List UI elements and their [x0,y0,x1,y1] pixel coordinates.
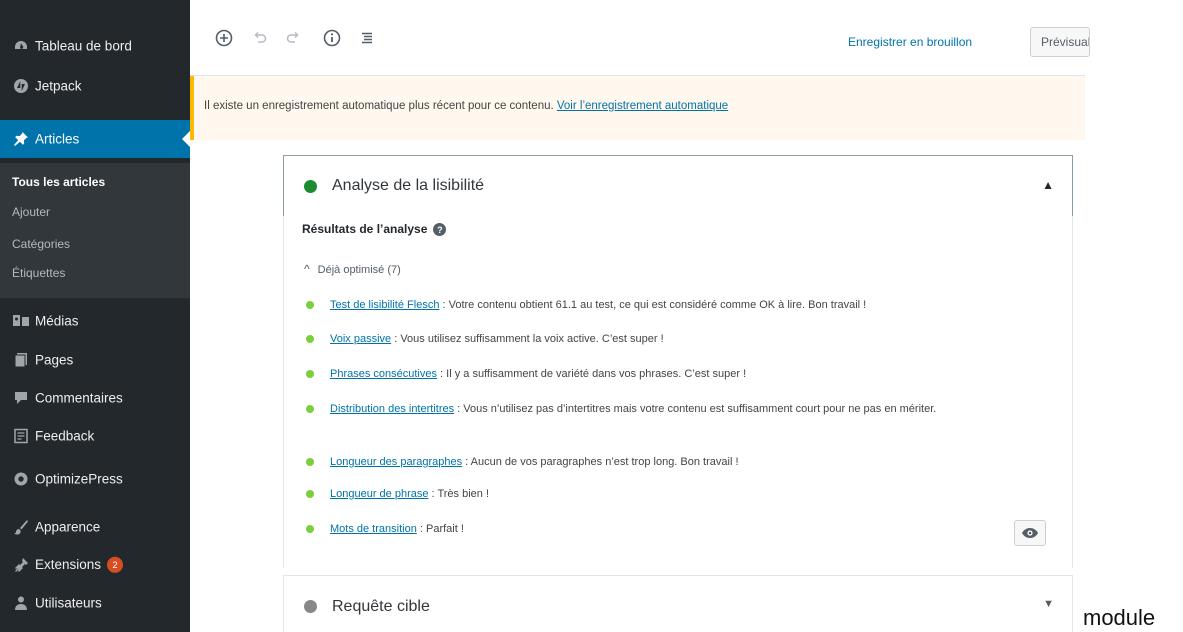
undo-icon[interactable] [248,26,272,50]
readability-score-icon [304,180,317,193]
sidebar-item-label: Articles [35,131,80,147]
sidebar-item-appearance[interactable]: Apparence [0,510,190,544]
result-link[interactable]: Mots de transition [330,523,417,535]
sidebar-item-label: Utilisateurs [35,595,102,611]
pages-icon [12,351,30,369]
users-icon [12,594,30,612]
sidebar-item-label: OptimizePress [35,471,123,487]
sidebar-item-users[interactable]: Utilisateurs [0,586,190,620]
autosave-notice: Il existe un enregistrement automatique … [190,76,1085,140]
submenu-categories[interactable]: Catégories [12,237,70,251]
comments-icon [12,389,30,407]
sidebar-item-label: Pages [35,352,74,368]
result-item: Voix passive : Vous utilisez suffisammen… [306,331,1066,348]
sidebar-item-label: Feedback [35,428,95,444]
sidebar-item-comments[interactable]: Commentaires [0,381,190,415]
good-bullet-icon [306,301,314,309]
chevron-up-icon: ^ [304,262,310,276]
readability-panel-title: Analyse de la lisibilité [332,177,485,194]
good-results-toggle[interactable]: ^ Déjà optimisé (7) [304,262,401,276]
result-item: Phrases consécutives : Il y a suffisamme… [306,366,1066,383]
feedback-icon [12,427,30,445]
good-bullet-icon [306,525,314,533]
readability-panel-body: Résultats de l’analyse? ^ Déjà optimisé (… [283,216,1073,568]
caret-down-icon: ▼ [1043,598,1054,610]
readability-panel-header[interactable]: Analyse de la lisibilité ▲ [283,155,1073,217]
sidebar-item-label: Apparence [35,519,101,535]
submenu-add[interactable]: Ajouter [12,205,50,219]
sidebar-item-extensions[interactable]: Extensions 2 [0,548,190,582]
sidebar-item-jetpack[interactable]: Jetpack [0,69,190,103]
preview-button[interactable]: Prévisualiser [1030,27,1090,57]
result-item: Distribution des intertitres : Vous n’ut… [306,401,1026,418]
sidebar-item-optimizepress[interactable]: OptimizePress [0,462,190,496]
dashboard-icon [12,37,30,55]
result-link[interactable]: Phrases consécutives [330,368,437,380]
update-count-badge: 2 [107,557,124,574]
media-icon [12,312,30,330]
info-icon[interactable] [320,26,344,50]
eye-icon[interactable] [1014,520,1046,546]
admin-sidebar: Tableau de bord Jetpack Articles Tous le… [0,0,190,632]
articles-submenu: Tous les articles Ajouter Catégories Éti… [0,163,190,298]
sidebar-item-label: Commentaires [35,390,123,406]
sidebar-item-articles[interactable]: Articles [0,120,190,158]
result-link[interactable]: Longueur de phrase [330,488,428,500]
sidebar-item-pages[interactable]: Pages [0,343,190,377]
results-heading: Résultats de l’analyse? [302,222,447,237]
keyphrase-score-icon [304,600,317,613]
submenu-all-articles[interactable]: Tous les articles [12,175,105,189]
keyphrase-panel-title: Requête cible [332,598,430,615]
result-item: Test de lisibilité Flesch : Votre conten… [306,297,1066,314]
sidebar-item-media[interactable]: Médias [0,304,190,338]
sidebar-item-label: Médias [35,313,79,329]
result-link[interactable]: Longueur des paragraphes [330,456,462,468]
submenu-tags[interactable]: Étiquettes [12,266,65,280]
help-icon[interactable]: ? [433,223,447,237]
result-item: Mots de transition : Parfait ! [306,521,1066,538]
redo-icon[interactable] [281,26,305,50]
sidebar-item-label: Jetpack [35,78,82,94]
good-bullet-icon [306,490,314,498]
caption-text: module [1083,605,1156,630]
add-block-icon[interactable] [212,26,236,50]
result-item: Longueur de phrase : Très bien ! [306,486,1066,503]
good-bullet-icon [306,405,314,413]
notice-message: Il existe un enregistrement automatique … [204,100,729,112]
save-draft-button[interactable]: Enregistrer en brouillon [848,35,972,49]
outline-icon[interactable] [355,26,379,50]
optimizepress-icon [12,470,30,488]
brush-icon [12,518,30,536]
good-bullet-icon [306,335,314,343]
editor-toolbar: Enregistrer en brouillon Prévisualiser [190,0,1090,76]
result-link[interactable]: Voix passive [330,333,391,345]
good-bullet-icon [306,458,314,466]
result-link[interactable]: Distribution des intertitres [330,403,454,415]
sidebar-item-label: Extensions 2 [35,557,124,574]
sidebar-item-label: Tableau de bord [35,38,132,54]
good-bullet-icon [306,370,314,378]
pin-icon [12,130,30,148]
view-autosave-link[interactable]: Voir l’enregistrement automatique [557,100,728,112]
keyphrase-panel-header[interactable]: Requête cible ▼ [283,575,1073,632]
result-link[interactable]: Test de lisibilité Flesch [330,299,439,311]
current-menu-arrow [182,131,190,147]
sidebar-item-dashboard[interactable]: Tableau de bord [0,29,190,63]
sidebar-item-feedback[interactable]: Feedback [0,419,190,453]
caret-up-icon: ▲ [1042,178,1054,192]
jetpack-icon [12,77,30,95]
result-item: Longueur des paragraphes : Aucun de vos … [306,454,1066,471]
plugin-icon [12,556,30,574]
